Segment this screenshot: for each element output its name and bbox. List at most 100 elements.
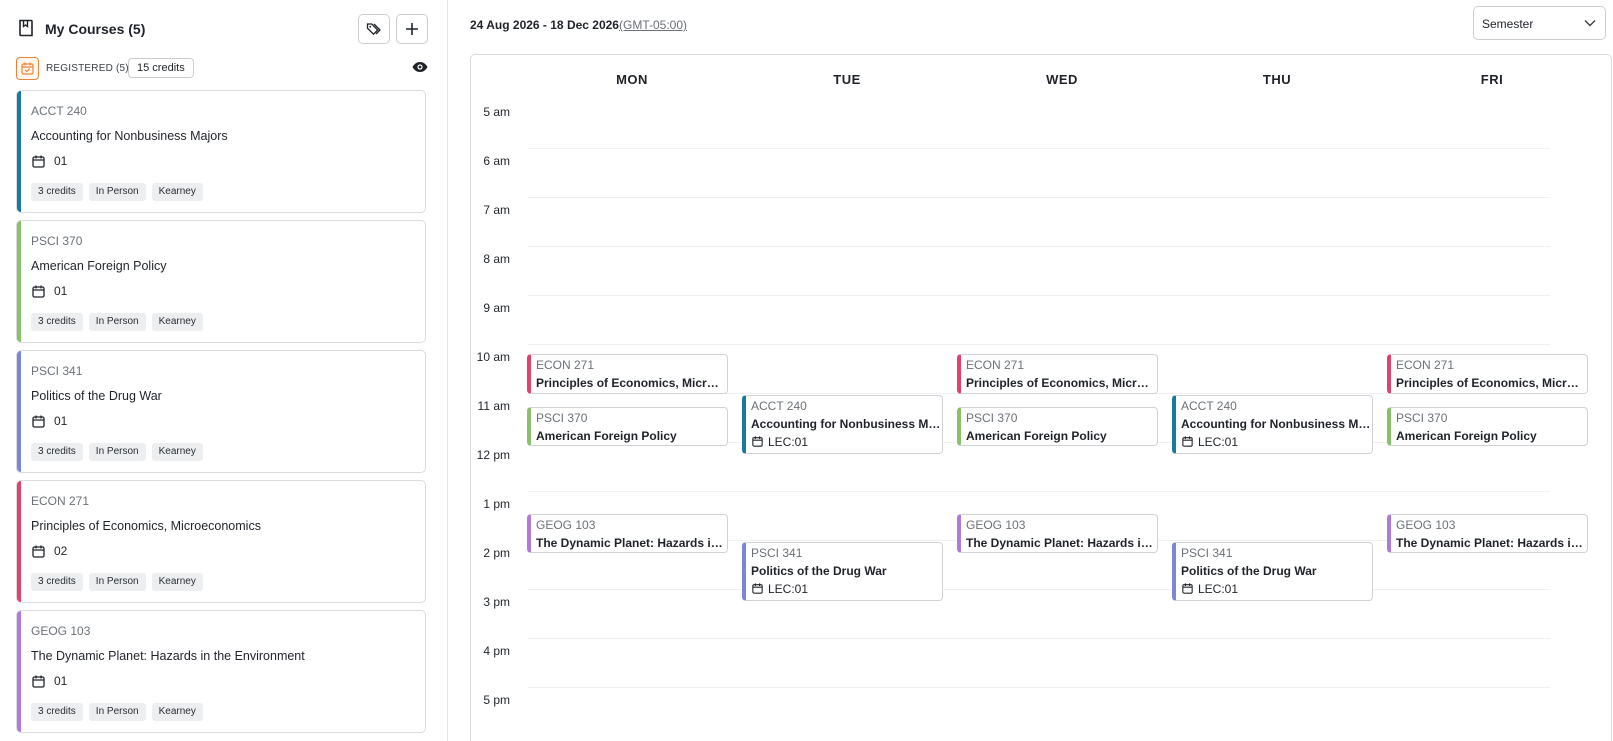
event-course-code: ACCT 240 bbox=[1181, 399, 1237, 413]
course-color-bar bbox=[17, 221, 21, 342]
course-card[interactable]: PSCI 341 Politics of the Drug War 01 3 cred… bbox=[16, 350, 426, 473]
event-course-name: The Dynamic Planet: Hazards in the Envir… bbox=[966, 535, 1156, 550]
event-section: LEC:01 bbox=[1198, 435, 1239, 449]
hour-label: 3 pm bbox=[483, 595, 510, 609]
course-card[interactable]: ECON 271 Principles of Economics, Microec… bbox=[16, 480, 426, 603]
calendar-icon bbox=[752, 583, 763, 594]
calendar-event[interactable]: ACCT 240 Accounting for Nonbusiness Major… bbox=[1172, 395, 1373, 454]
course-card[interactable]: PSCI 370 American Foreign Policy 01 3 credi… bbox=[16, 220, 426, 343]
course-code: PSCI 370 bbox=[31, 234, 83, 248]
grid-line bbox=[528, 344, 1550, 345]
tag-icon bbox=[366, 23, 381, 36]
campus-tag: Kearney bbox=[151, 703, 203, 721]
calendar-icon bbox=[32, 285, 45, 298]
calendar-event[interactable]: ECON 271 Principles of Economics, Microec… bbox=[1387, 354, 1588, 394]
calendar-icon bbox=[32, 675, 45, 688]
calendar-event[interactable]: PSCI 370 American Foreign Policy bbox=[527, 407, 728, 447]
hour-label: 1 pm bbox=[483, 497, 510, 511]
timezone-link[interactable]: (GMT-05:00) bbox=[619, 18, 687, 32]
calendar-icon bbox=[1182, 436, 1193, 447]
day-header-thu: THU bbox=[1262, 72, 1292, 87]
grid-line bbox=[528, 295, 1550, 296]
calendar-icon bbox=[32, 545, 45, 558]
calendar-event[interactable]: PSCI 370 American Foreign Policy bbox=[1387, 407, 1588, 447]
event-course-code: GEOG 103 bbox=[966, 517, 1026, 532]
day-header-tue: TUE bbox=[833, 72, 861, 87]
hour-label: 7 am bbox=[483, 203, 510, 217]
event-course-name: Principles of Economics, Microeconomics bbox=[966, 376, 1156, 391]
grid-line bbox=[528, 638, 1550, 639]
calendar-event[interactable]: GEOG 103 The Dynamic Planet: Hazards in t… bbox=[1387, 513, 1588, 553]
course-tags: 3 credits In Person Kearney bbox=[31, 313, 203, 331]
event-course-name: American Foreign Policy bbox=[966, 429, 1107, 444]
calendar-event[interactable]: GEOG 103 The Dynamic Planet: Hazards in t… bbox=[527, 513, 728, 553]
view-select[interactable]: Semester bbox=[1473, 6, 1606, 40]
event-course-code: GEOG 103 bbox=[1396, 517, 1456, 532]
course-card[interactable]: ACCT 240 Accounting for Nonbusiness Major… bbox=[16, 90, 426, 213]
event-course-code: GEOG 103 bbox=[536, 517, 596, 532]
event-course-name: Accounting for Nonbusiness Majors bbox=[1181, 417, 1371, 431]
event-course-name: The Dynamic Planet: Hazards in the Envir… bbox=[1396, 535, 1586, 550]
calendar-event[interactable]: ECON 271 Principles of Economics, Microec… bbox=[957, 354, 1158, 394]
event-course-name: Principles of Economics, Microeconomics bbox=[536, 376, 726, 391]
hour-label: 12 pm bbox=[476, 448, 510, 462]
add-course-button[interactable] bbox=[396, 14, 428, 44]
chevron-down-icon bbox=[1584, 20, 1596, 27]
campus-tag: Kearney bbox=[151, 573, 203, 591]
event-course-code: PSCI 341 bbox=[1181, 546, 1233, 560]
calendar-event[interactable]: PSCI 370 American Foreign Policy bbox=[957, 407, 1158, 447]
registered-label: REGISTERED (5) bbox=[46, 63, 129, 74]
event-course-code: PSCI 370 bbox=[1396, 411, 1448, 426]
event-course-code: ECON 271 bbox=[966, 358, 1025, 373]
mode-tag: In Person bbox=[88, 573, 146, 591]
calendar-event[interactable]: PSCI 341 Politics of the Drug War LEC:01 bbox=[742, 542, 943, 601]
event-section: LEC:01 bbox=[768, 435, 809, 449]
event-course-name: Politics of the Drug War bbox=[1181, 564, 1317, 578]
calendar-event[interactable]: ECON 271 Principles of Economics, Microec… bbox=[527, 354, 728, 394]
event-course-name: American Foreign Policy bbox=[1396, 429, 1537, 444]
hour-label: 11 am bbox=[477, 399, 510, 413]
course-card[interactable]: GEOG 103 The Dynamic Planet: Hazards in t… bbox=[16, 610, 426, 733]
plus-icon bbox=[406, 23, 418, 35]
event-course-code: PSCI 370 bbox=[966, 411, 1018, 426]
course-color-bar bbox=[17, 611, 21, 732]
calendar-event[interactable]: ACCT 240 Accounting for Nonbusiness Major… bbox=[742, 395, 943, 454]
event-course-code: ACCT 240 bbox=[751, 399, 807, 413]
event-course-code: PSCI 341 bbox=[751, 546, 803, 560]
tags-button[interactable] bbox=[358, 14, 390, 44]
mode-tag: In Person bbox=[88, 183, 146, 201]
sidebar-title: My Courses (5) bbox=[45, 21, 146, 37]
calendar-event[interactable]: GEOG 103 The Dynamic Planet: Hazards in t… bbox=[957, 513, 1158, 553]
grid-line bbox=[528, 687, 1550, 688]
credits-tag: 3 credits bbox=[31, 183, 83, 201]
course-tags: 3 credits In Person Kearney bbox=[31, 443, 203, 461]
campus-tag: Kearney bbox=[151, 313, 203, 331]
course-section: 01 bbox=[54, 414, 68, 428]
date-range: 24 Aug 2026 - 18 Dec 2026 bbox=[470, 18, 619, 32]
hour-label: 2 pm bbox=[483, 546, 510, 560]
day-header-fri: FRI bbox=[1480, 72, 1504, 87]
event-course-name: American Foreign Policy bbox=[536, 429, 677, 444]
hour-label: 4 pm bbox=[483, 644, 510, 658]
campus-tag: Kearney bbox=[151, 443, 203, 461]
course-section: 01 bbox=[54, 674, 68, 688]
course-section: 01 bbox=[54, 284, 68, 298]
course-name: Accounting for Nonbusiness Majors bbox=[31, 129, 228, 143]
hour-label: 6 am bbox=[483, 154, 510, 168]
calendar-event[interactable]: PSCI 341 Politics of the Drug War LEC:01 bbox=[1172, 542, 1373, 601]
eye-icon[interactable] bbox=[412, 61, 428, 73]
course-code: PSCI 341 bbox=[31, 364, 83, 378]
grid-line bbox=[528, 148, 1550, 149]
event-section: LEC:01 bbox=[1198, 582, 1239, 596]
course-sidebar: My Courses (5) REGISTERED (5) 15 credits bbox=[0, 0, 448, 741]
course-name: The Dynamic Planet: Hazards in the Envir… bbox=[31, 649, 305, 663]
course-tags: 3 credits In Person Kearney bbox=[31, 573, 203, 591]
course-name: Principles of Economics, Microeconomics bbox=[31, 519, 261, 533]
hour-label: 10 am bbox=[476, 350, 510, 364]
course-section: 01 bbox=[54, 154, 68, 168]
calendar-icon bbox=[32, 415, 45, 428]
course-code: ACCT 240 bbox=[31, 104, 87, 118]
mode-tag: In Person bbox=[88, 313, 146, 331]
event-course-code: PSCI 370 bbox=[536, 411, 588, 426]
grid-line bbox=[528, 491, 1550, 492]
